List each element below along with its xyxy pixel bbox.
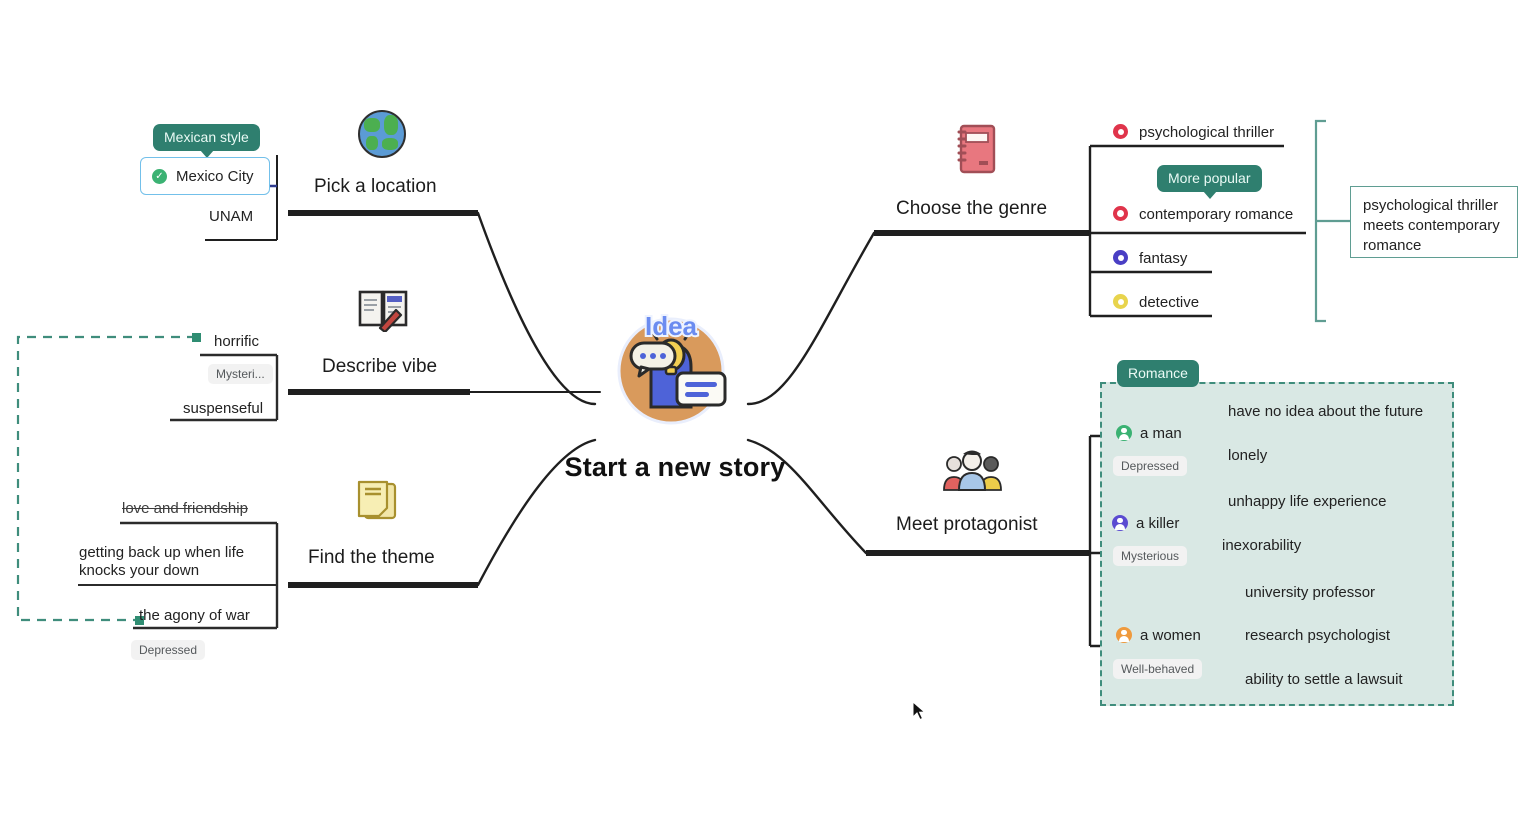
theme-option-agony-of-war[interactable]: the agony of war [139,607,250,624]
avatar-icon [1112,515,1128,531]
trait-unhappy-life-experience[interactable]: unhappy life experience [1228,493,1386,510]
branch-title-choose-the-genre: Choose the genre [896,198,1048,219]
protagonist-pill-well-behaved: Well-behaved [1113,659,1203,679]
genre-result-box: psychological thriller meets contemporar… [1350,186,1518,258]
heart-badge-icon [1113,206,1128,221]
branch-title-describe-vibe: Describe vibe [322,356,438,377]
globe-icon [358,110,406,158]
location-option-mexico-city[interactable]: ✓ Mexico City [140,157,270,195]
theme-pill-depressed: Depressed [131,640,206,660]
sticky-notes-icon [356,480,400,524]
avatar-icon [1116,425,1132,441]
trait-have-no-idea-about-the-future[interactable]: have no idea about the future [1228,403,1423,420]
trait-inexorability[interactable]: inexorability [1222,537,1301,554]
protagonist-a-man[interactable]: a man [1140,425,1182,442]
mouse-arrow-cursor [912,700,926,721]
protagonist-a-killer[interactable]: a killer [1136,515,1179,532]
theme-option-love-and-friendship[interactable]: love and friendship [122,500,248,517]
branch-title-find-the-theme: Find the theme [308,547,435,568]
star-badge-icon [1113,124,1128,139]
tooltip-more-popular: More popular [1157,165,1262,199]
protagonist-a-women[interactable]: a women [1140,627,1201,644]
lightbulb-badge-icon [1113,294,1128,309]
branch-title-meet-protagonist: Meet protagonist [896,514,1038,535]
idea-badge-text: Idea [645,311,698,341]
branch-title-pick-a-location: Pick a location [314,176,437,197]
theme-option-getting-back-up[interactable]: getting back up when life knocks your do… [79,544,269,580]
genre-option-contemporary-romance[interactable]: contemporary romance [1139,206,1293,223]
location-option-label: Mexico City [176,168,254,185]
tooltip-mexican-style: Mexican style [153,124,260,158]
mindmap-canvas: Idea Start a new story Pick a location M… [0,0,1540,824]
trait-research-psychologist[interactable]: research psychologist [1245,627,1390,644]
location-option-unam[interactable]: UNAM [209,208,253,225]
avatar-icon [1116,627,1132,643]
genre-option-psychological-thriller[interactable]: psychological thriller [1139,124,1274,141]
green-check-icon: ✓ [152,169,167,184]
genre-option-fantasy[interactable]: fantasy [1139,250,1187,267]
protagonist-pill-mysterious: Mysterious [1113,546,1188,566]
trait-ability-to-settle-a-lawsuit[interactable]: ability to settle a lawsuit [1245,671,1403,688]
vibe-option-suspenseful[interactable]: suspenseful [183,400,263,417]
center-title: Start a new story [564,452,786,482]
notebook-icon [953,123,999,177]
vibe-option-horrific[interactable]: horrific [214,333,259,350]
idea-illustration: Idea [607,307,735,431]
protagonist-pill-depressed: Depressed [1113,456,1188,476]
vibe-pill-mysterious: Mysteri... [208,364,273,384]
trait-university-professor[interactable]: university professor [1245,584,1375,601]
tooltip-romance: Romance [1117,360,1199,387]
genre-option-detective[interactable]: detective [1139,294,1199,311]
trait-lonely[interactable]: lonely [1228,447,1267,464]
people-group-icon [942,450,1004,492]
fantasy-badge-icon [1113,250,1128,265]
open-book-pencil-icon [358,288,410,334]
